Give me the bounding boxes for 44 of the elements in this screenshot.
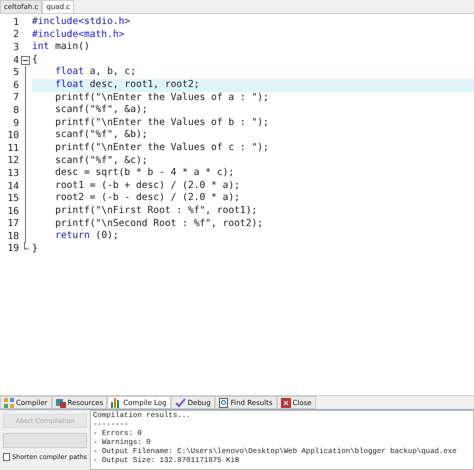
line-number: 16 xyxy=(6,206,19,217)
fold-icon[interactable] xyxy=(21,56,30,65)
code-line: return (0); xyxy=(54,230,120,243)
code-line: root1 = (-b + desc) / (2.0 * a); xyxy=(54,180,241,192)
bar-chart-icon xyxy=(111,398,122,408)
close-icon xyxy=(280,398,290,408)
line-number: 3 xyxy=(12,42,19,53)
code-line: } xyxy=(32,242,39,256)
line-number: 8 xyxy=(12,104,19,116)
code-line: printf("\nEnter the Values of a : "); xyxy=(54,92,270,104)
code-line: { xyxy=(32,54,39,66)
code-line: #include<math.h> xyxy=(32,28,126,42)
line-number: 6 xyxy=(12,80,19,91)
line-number: 5 xyxy=(12,67,19,78)
line-number: 2 xyxy=(12,29,19,40)
resources-icon xyxy=(56,398,66,408)
line-number: 19 xyxy=(6,243,19,254)
code-line: scanf("%f", &a); xyxy=(54,104,149,117)
line-number: 18 xyxy=(6,230,19,242)
line-number: 11 xyxy=(6,142,19,154)
code-line: root2 = (-b - desc) / (2.0 * a); xyxy=(54,192,241,205)
code-line: int main() xyxy=(32,41,91,54)
code-line: float a, b, c; xyxy=(54,66,137,79)
code-line: printf("\nEnter the Values of b : "); xyxy=(54,116,270,130)
line-number: 14 xyxy=(6,180,19,192)
line-number: 1 xyxy=(12,16,19,28)
find-icon xyxy=(218,398,229,408)
line-number: 17 xyxy=(6,218,19,230)
line-number: 9 xyxy=(12,118,19,129)
code-line: #include<stdio.h> xyxy=(32,16,132,29)
line-number: 7 xyxy=(12,92,19,104)
line-number: 10 xyxy=(6,130,19,142)
code-line: desc = sqrt(b * b - 4 * a * c); xyxy=(54,167,236,180)
line-number: 12 xyxy=(6,155,19,166)
code-line: printf("\nEnter the Values of c : "); xyxy=(54,142,270,155)
check-icon xyxy=(174,398,186,408)
code-line: scanf("%f", &c); xyxy=(54,154,149,168)
code-line: printf("\nSecond Root : %f", root2); xyxy=(54,218,264,230)
line-number: 15 xyxy=(6,193,19,204)
code-line: scanf("%f", &b); xyxy=(54,129,149,142)
code-line: printf("\nFirst Root : %f", root1); xyxy=(54,204,258,218)
line-number: 13 xyxy=(6,168,19,179)
compiler-icon xyxy=(4,398,14,408)
line-number: 4 xyxy=(12,54,19,66)
